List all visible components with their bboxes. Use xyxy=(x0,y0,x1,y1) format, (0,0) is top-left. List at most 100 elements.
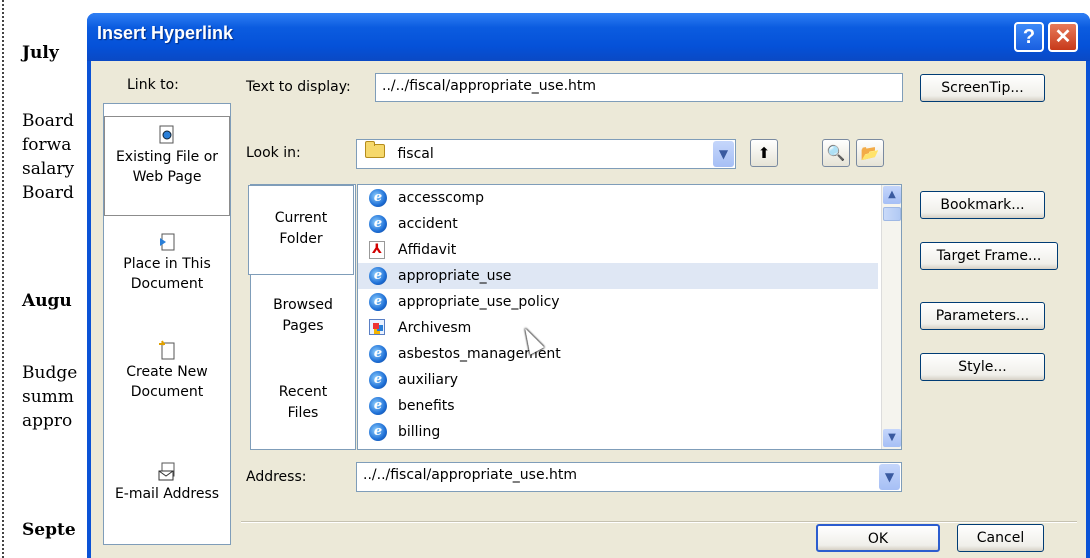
chevron-down-icon[interactable]: ▼ xyxy=(713,141,734,167)
doc-text-line: Board xyxy=(22,111,74,131)
tab-browsed-pages[interactable]: Browsed Pages xyxy=(251,295,355,337)
link-email-label: E-mail Address xyxy=(114,486,220,502)
file-item[interactable]: e billing xyxy=(358,419,878,445)
ie-document-icon: e xyxy=(369,293,387,311)
ie-document-icon: e xyxy=(369,397,387,415)
scroll-thumb[interactable] xyxy=(883,207,901,221)
file-name: appropriate_use_policy xyxy=(398,294,560,310)
doc-text-line: salary xyxy=(22,159,75,179)
parameters-button[interactable]: Parameters... xyxy=(920,302,1045,330)
tab-recent-files-line2: Files xyxy=(287,405,319,421)
up-one-folder-button[interactable]: ⬆ xyxy=(750,139,778,167)
style-button[interactable]: Style... xyxy=(920,353,1045,381)
doc-text-line: forwa xyxy=(22,135,72,155)
pdf-icon: ⅄ xyxy=(369,241,385,259)
cancel-button[interactable]: Cancel xyxy=(957,524,1044,552)
ie-document-icon: e xyxy=(369,215,387,233)
file-name: appropriate_use xyxy=(398,268,512,284)
link-existing-label-1: Existing File or xyxy=(115,149,219,165)
file-name: benefits xyxy=(398,398,455,414)
email-icon xyxy=(158,462,176,482)
file-item[interactable]: e accident xyxy=(358,211,878,237)
doc-heading-september: Septe xyxy=(22,520,76,540)
doc-text-line: summ xyxy=(22,387,74,407)
document-bookmark-icon xyxy=(158,232,176,252)
ie-document-icon: e xyxy=(369,371,387,389)
file-item[interactable]: e asbestos_management xyxy=(358,341,878,367)
tab-browsed-pages-line1: Browsed xyxy=(273,297,333,313)
help-button[interactable]: ? xyxy=(1014,22,1044,52)
link-email-address[interactable]: E-mail Address xyxy=(104,462,230,504)
screentip-button[interactable]: ScreenTip... xyxy=(920,74,1045,102)
document-margin-dotted-line xyxy=(2,0,4,558)
file-name: Affidavit xyxy=(398,242,457,258)
ok-button[interactable]: OK xyxy=(816,524,940,552)
doc-text-line: Board xyxy=(22,183,74,203)
file-name: accesscomp xyxy=(398,190,484,206)
dialog-title: Insert Hyperlink xyxy=(97,23,234,43)
file-list[interactable]: e accesscomp e accident ⅄ Affidavit e approp… xyxy=(357,184,902,450)
file-name: billing xyxy=(398,424,441,440)
ie-document-icon: e xyxy=(369,267,387,285)
file-item[interactable]: e accesscomp xyxy=(358,185,878,211)
browse-web-button[interactable]: 🔍 xyxy=(822,139,850,167)
file-item[interactable]: ⅄ Affidavit xyxy=(358,237,878,263)
new-document-icon xyxy=(158,340,176,360)
browse-file-button[interactable]: 📂 xyxy=(856,139,884,167)
web-page-icon xyxy=(158,125,176,145)
file-list-scrollbar[interactable]: ▲ ▼ xyxy=(881,185,901,449)
target-frame-button[interactable]: Target Frame... xyxy=(920,242,1058,270)
text-to-display-input[interactable]: ../../fiscal/appropriate_use.htm xyxy=(375,73,903,102)
link-create-label-1: Create New xyxy=(126,364,208,380)
link-create-new-document[interactable]: Create New Document xyxy=(104,340,230,402)
ie-document-icon: e xyxy=(369,423,387,441)
link-existing-file[interactable]: Existing File or Web Page xyxy=(104,116,230,216)
dialog-body: Link to: Existing File or Web Page Place… xyxy=(91,61,1086,558)
tab-browsed-pages-line2: Pages xyxy=(282,318,324,334)
bookmark-button[interactable]: Bookmark... xyxy=(920,191,1045,219)
close-button[interactable]: ✕ xyxy=(1048,22,1078,52)
address-combo[interactable]: ../../fiscal/appropriate_use.htm ▼ xyxy=(356,462,902,492)
text-to-display-label: Text to display: xyxy=(246,79,351,95)
tab-current-folder-line1: Current xyxy=(274,210,328,226)
file-item[interactable]: e auxiliary xyxy=(358,367,878,393)
divider xyxy=(241,521,1077,522)
look-in-label: Look in: xyxy=(246,145,301,161)
tab-recent-files[interactable]: Recent Files xyxy=(251,382,355,424)
file-name: auxiliary xyxy=(398,372,459,388)
link-place-in-document[interactable]: Place in This Document xyxy=(104,232,230,294)
link-to-bar: Existing File or Web Page Place in This … xyxy=(103,103,231,545)
file-item[interactable]: e benefits xyxy=(358,393,878,419)
look-in-combo[interactable]: fiscal ▼ xyxy=(356,139,736,169)
link-existing-label-2: Web Page xyxy=(132,169,202,185)
dialog-titlebar[interactable]: Insert Hyperlink ? ✕ xyxy=(87,13,1090,61)
file-item[interactable]: e appropriate_use xyxy=(358,263,878,289)
doc-heading-july: July xyxy=(22,43,59,63)
look-in-value: fiscal xyxy=(397,146,434,162)
address-value: ../../fiscal/appropriate_use.htm xyxy=(363,467,578,483)
link-create-label-2: Document xyxy=(130,384,204,400)
ie-document-icon: e xyxy=(369,345,387,363)
folder-up-icon: ⬆ xyxy=(757,144,771,162)
scroll-up-icon[interactable]: ▲ xyxy=(883,186,901,204)
chevron-down-icon[interactable]: ▼ xyxy=(879,464,900,490)
link-to-label: Link to: xyxy=(127,77,179,93)
open-folder-icon: 📂 xyxy=(860,144,880,162)
tab-current-folder-line2: Folder xyxy=(279,231,323,247)
tab-recent-files-line1: Recent xyxy=(278,384,328,400)
folder-icon xyxy=(365,141,385,158)
doc-text-line: appro xyxy=(22,411,73,431)
file-name: accident xyxy=(398,216,458,232)
file-item[interactable]: Archivesm xyxy=(358,315,878,341)
address-label: Address: xyxy=(246,469,307,485)
file-name: Archivesm xyxy=(398,320,472,336)
browse-web-icon: 🔍 xyxy=(826,144,846,162)
link-place-label-2: Document xyxy=(130,276,204,292)
scroll-down-icon[interactable]: ▼ xyxy=(883,429,901,447)
file-item[interactable]: e appropriate_use_policy xyxy=(358,289,878,315)
ie-document-icon: e xyxy=(369,189,387,207)
link-place-label-1: Place in This xyxy=(123,256,211,272)
doc-heading-august: Augu xyxy=(22,291,72,311)
tab-current-folder[interactable]: Current Folder xyxy=(248,185,354,275)
look-in-tabs: Current Folder Browsed Pages Recent File… xyxy=(248,184,356,450)
